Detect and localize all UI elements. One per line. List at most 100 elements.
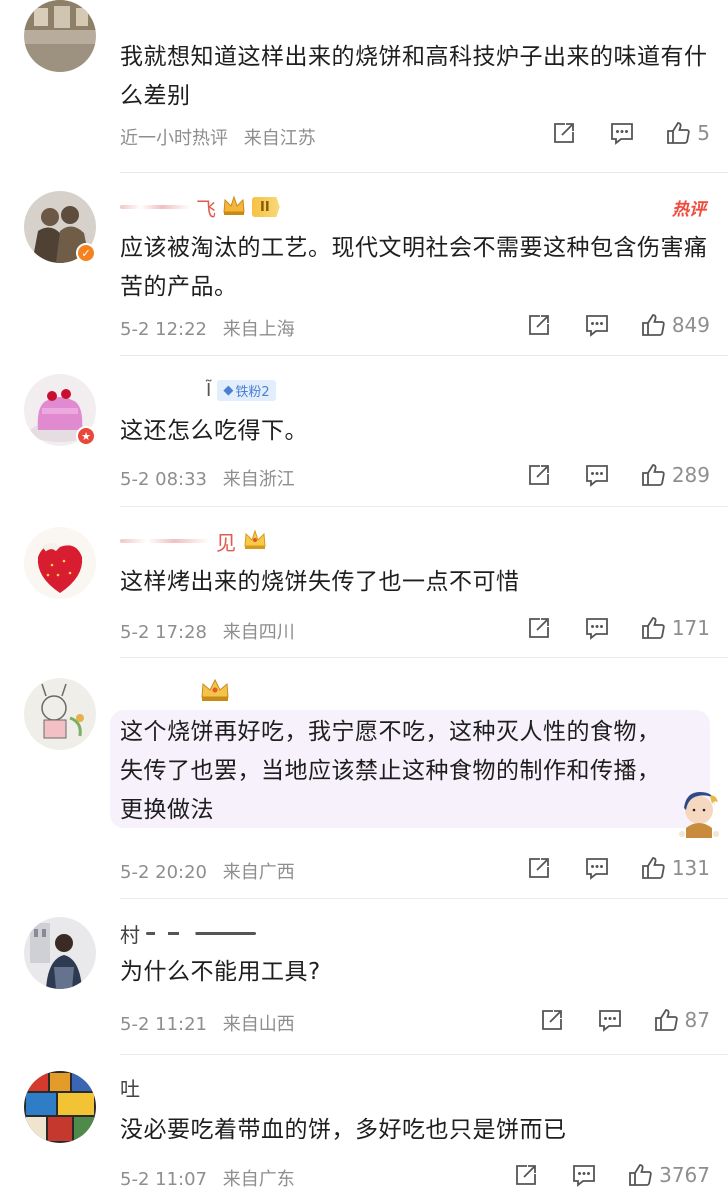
- comment-text: 这还怎么吃得下。: [120, 418, 308, 444]
- diamond-icon: ◆: [223, 382, 234, 398]
- comment-location: 来自上海: [222, 319, 295, 340]
- like-icon: [640, 312, 666, 338]
- comment-actions: 5: [551, 120, 710, 146]
- share-icon[interactable]: [539, 1007, 565, 1033]
- comment-actions: 87: [539, 1007, 710, 1033]
- comment-text: 我就想知道这样出来的烧饼和高科技炉子出来的味道有什么差别: [120, 44, 708, 109]
- comment-time: 5-2 11:21: [120, 1014, 207, 1035]
- username[interactable]: 飞 II: [120, 193, 280, 221]
- comment-icon[interactable]: [584, 312, 610, 338]
- comment-time: 5-2 20:20: [120, 862, 207, 883]
- like-button[interactable]: 3767: [627, 1162, 710, 1188]
- like-icon: [640, 855, 666, 881]
- comment-meta: 5-2 11:07 来自广东: [120, 1165, 305, 1191]
- comment-item: ✓ 飞 II 热评 应该被淘汰的工艺。现代文明社会不需要这种包含伤害痛苦的产品。…: [0, 173, 728, 356]
- comment-time: 5-2 12:22: [120, 319, 207, 340]
- avatar[interactable]: [24, 917, 96, 989]
- share-icon[interactable]: [526, 855, 552, 881]
- level-tag: II: [252, 197, 280, 217]
- comment-location: 来自江苏: [243, 128, 316, 149]
- share-icon[interactable]: [526, 615, 552, 641]
- avatar[interactable]: [24, 1071, 96, 1143]
- like-button[interactable]: 87: [653, 1007, 710, 1033]
- comment-location: 来自浙江: [222, 469, 295, 490]
- comment-item: 这个烧饼再好吃，我宁愿不吃，这种灭人性的食物，失传了也罢，当地应该禁止这种食物的…: [0, 658, 728, 899]
- share-icon[interactable]: [513, 1162, 539, 1188]
- like-button[interactable]: 171: [640, 615, 710, 641]
- username[interactable]: [192, 678, 232, 706]
- comment-actions: 3767: [513, 1162, 710, 1188]
- comment-actions: 289: [526, 462, 710, 488]
- comment-location: 来自广西: [222, 862, 295, 883]
- share-icon[interactable]: [551, 120, 577, 146]
- comment-text: 应该被淘汰的工艺。现代文明社会不需要这种包含伤害痛苦的产品。: [120, 235, 708, 300]
- comment-text: 为什么不能用工具?: [120, 959, 321, 985]
- like-button[interactable]: 5: [665, 120, 710, 146]
- like-count: 131: [671, 856, 710, 880]
- like-count: 171: [671, 616, 710, 640]
- comment-item: ★ Ĩ ◆ 铁粉2 这还怎么吃得下。 5-2 08:33 来自浙江 289: [0, 356, 728, 507]
- comment-icon[interactable]: [571, 1162, 597, 1188]
- like-icon: [665, 120, 691, 146]
- like-count: 3767: [659, 1163, 710, 1187]
- username[interactable]: 村: [120, 919, 256, 947]
- crown-icon: [198, 677, 232, 708]
- comment-actions: 171: [526, 615, 710, 641]
- bubble-decoration-icon: [676, 788, 722, 838]
- username-fragment: Ĩ: [206, 379, 212, 401]
- comment-location: 来自广东: [222, 1169, 295, 1190]
- username-fragment: 吐: [120, 1076, 140, 1101]
- comment-time: 5-2 08:33: [120, 469, 207, 490]
- comment-meta: 5-2 08:33 来自浙江: [120, 465, 305, 491]
- like-count: 5: [697, 121, 710, 145]
- comment-meta: 5-2 11:21 来自山西: [120, 1010, 305, 1036]
- comment-text: 这样烤出来的烧饼失传了也一点不可惜: [120, 569, 520, 595]
- like-count: 849: [671, 313, 710, 337]
- fan-tag: ◆ 铁粉2: [217, 379, 276, 401]
- avatar[interactable]: [24, 678, 96, 750]
- like-icon: [640, 462, 666, 488]
- comment-location: 来自山西: [222, 1014, 295, 1035]
- share-icon[interactable]: [526, 312, 552, 338]
- username-redacted: [120, 539, 210, 543]
- comment-actions: 849: [526, 312, 710, 338]
- comment-time: 5-2 17:28: [120, 622, 207, 643]
- comment-meta: 近一小时热评 来自江苏: [120, 124, 326, 150]
- username-redacted: [120, 205, 190, 209]
- comment-meta: 5-2 20:20 来自广西: [120, 858, 305, 884]
- comment-meta: 5-2 17:28 来自四川: [120, 618, 305, 644]
- comment-icon[interactable]: [597, 1007, 623, 1033]
- comment-item: 村 为什么不能用工具? 5-2 11:21 来自山西 87: [0, 899, 728, 1055]
- comment-meta: 5-2 12:22 来自上海: [120, 315, 305, 341]
- username[interactable]: 吐: [120, 1073, 140, 1101]
- verified-badge-icon: ★: [76, 426, 96, 446]
- comment-time: 近一小时热评: [120, 128, 228, 149]
- comment-actions: 131: [526, 855, 710, 881]
- comment-location: 来自四川: [222, 622, 295, 643]
- comment-time: 5-2 11:07: [120, 1169, 207, 1190]
- username-fragment: 村: [120, 922, 140, 947]
- comment-icon[interactable]: [584, 462, 610, 488]
- comment-item: 见 这样烤出来的烧饼失传了也一点不可惜 5-2 17:28 来自四川 171: [0, 507, 728, 658]
- username[interactable]: Ĩ ◆ 铁粉2: [200, 376, 276, 404]
- like-count: 87: [684, 1008, 710, 1032]
- comment-icon[interactable]: [609, 120, 635, 146]
- username[interactable]: 见: [120, 527, 268, 555]
- comment-icon[interactable]: [584, 855, 610, 881]
- hot-tag: 热评: [672, 200, 706, 220]
- username-redacted: [146, 931, 256, 935]
- like-button[interactable]: 131: [640, 855, 710, 881]
- comment-text: 这个烧饼再好吃，我宁愿不吃，这种灭人性的食物，失传了也罢，当地应该禁止这种食物的…: [120, 719, 661, 823]
- like-icon: [627, 1162, 653, 1188]
- comment-icon[interactable]: [584, 615, 610, 641]
- like-count: 289: [671, 463, 710, 487]
- avatar[interactable]: [24, 0, 96, 72]
- like-button[interactable]: 849: [640, 312, 710, 338]
- like-icon: [653, 1007, 679, 1033]
- verified-badge-icon: ✓: [76, 243, 96, 263]
- avatar[interactable]: [24, 527, 96, 599]
- like-button[interactable]: 289: [640, 462, 710, 488]
- comment-item: 我就想知道这样出来的烧饼和高科技炉子出来的味道有什么差别 近一小时热评 来自江苏…: [0, 0, 728, 173]
- crown-icon: [222, 194, 246, 221]
- share-icon[interactable]: [526, 462, 552, 488]
